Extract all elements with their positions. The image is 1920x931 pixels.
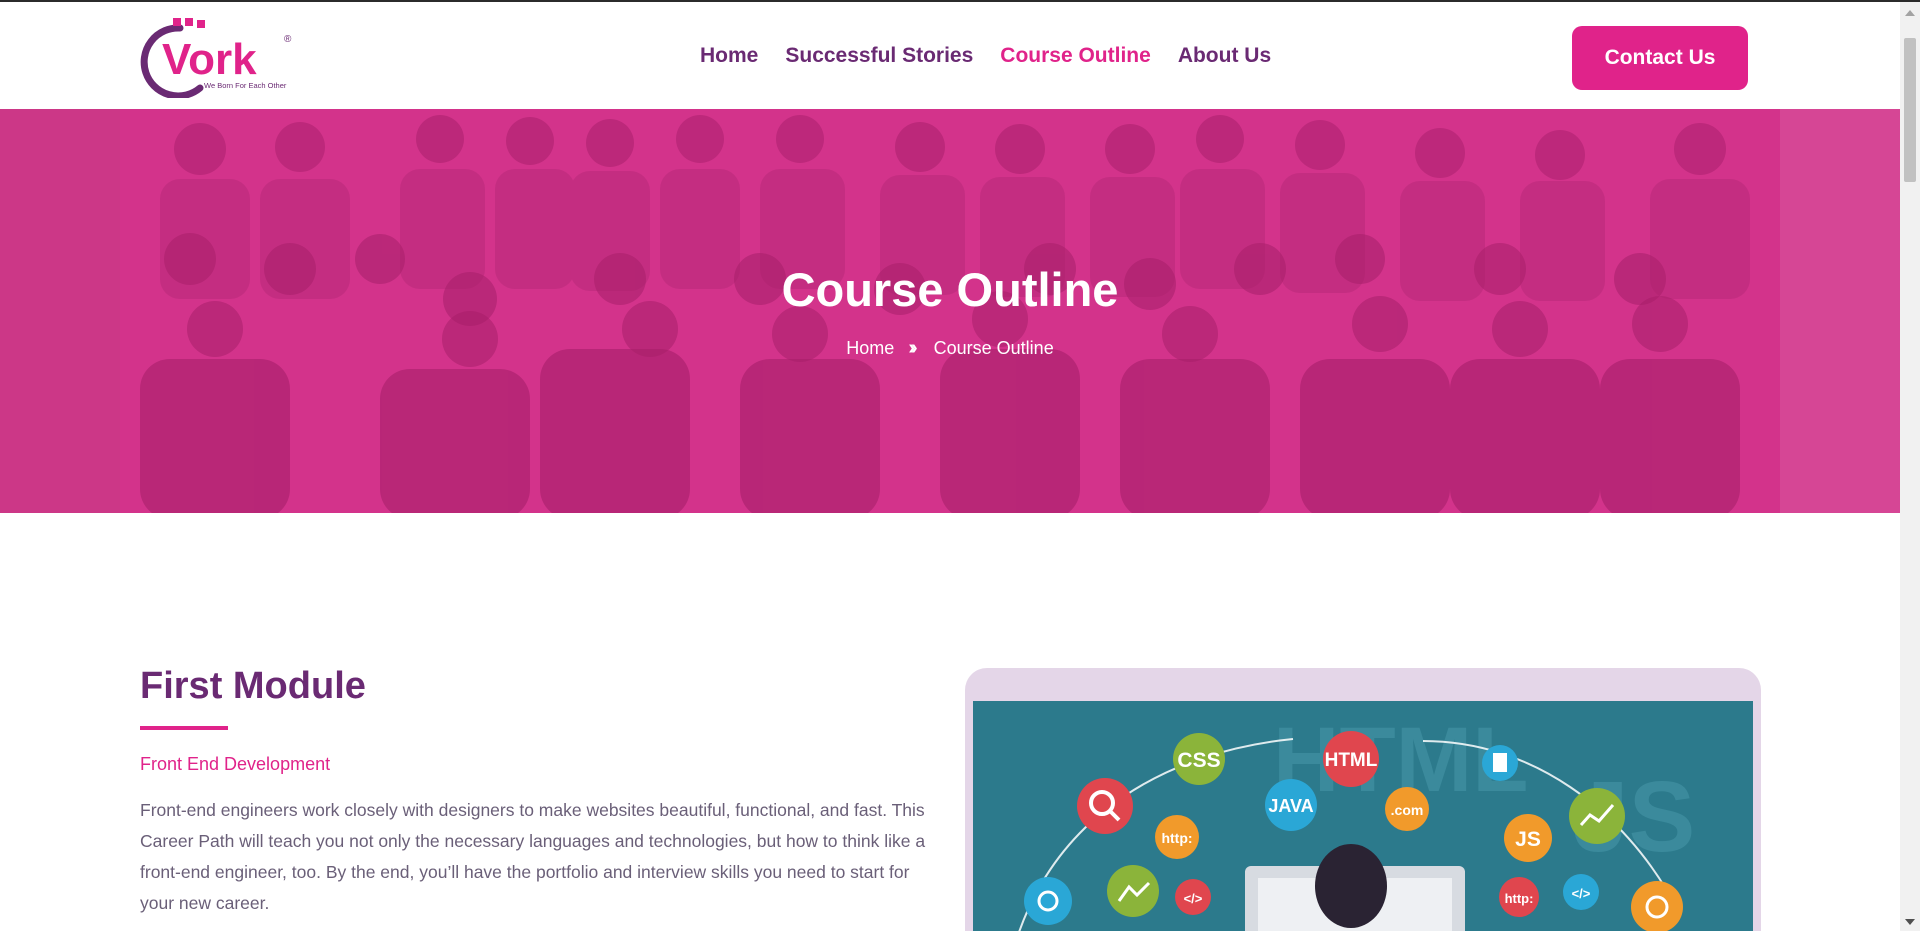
page-title: Course Outline xyxy=(781,263,1119,316)
gear-icon-right xyxy=(1631,881,1683,931)
logo-tagline: We Born For Each Other xyxy=(204,81,287,90)
window-top-border xyxy=(0,0,1920,2)
vork-logo[interactable]: Vork ® We Born For Each Other xyxy=(140,18,305,100)
scroll-down-arrow-icon[interactable] xyxy=(1900,915,1920,929)
nav-course-outline[interactable]: Course Outline xyxy=(988,0,1163,68)
site-header: Vork ® We Born For Each Other Home Succe… xyxy=(0,0,1900,109)
java-badge: JAVA xyxy=(1265,779,1317,831)
scrollbar-thumb[interactable] xyxy=(1904,38,1916,182)
chart-icon xyxy=(1569,788,1625,844)
http-badge-2: http: xyxy=(1499,877,1539,917)
search-icon xyxy=(1077,778,1133,834)
js-badge: JS xyxy=(1504,814,1552,862)
hero-banner: Course Outline Home ›› Course Outline xyxy=(0,109,1900,513)
module-image-card: HTML JS CSS HTML JAVA .com http: JS http… xyxy=(965,668,1761,931)
breadcrumb: Home ›› Course Outline xyxy=(0,337,1900,360)
breadcrumb-home[interactable]: Home xyxy=(846,338,894,359)
svg-text:</>: </> xyxy=(1184,891,1203,906)
svg-text:.com: .com xyxy=(1391,802,1424,818)
svg-text:http:: http: xyxy=(1505,891,1534,906)
http-badge: http: xyxy=(1155,815,1199,859)
contact-us-button[interactable]: Contact Us xyxy=(1572,26,1748,90)
page: Vork ® We Born For Each Other Home Succe… xyxy=(0,0,1900,931)
nav-home[interactable]: Home xyxy=(700,44,758,68)
svg-text:JS: JS xyxy=(1515,828,1541,851)
dotcom-badge: .com xyxy=(1385,787,1429,831)
nav-about-us[interactable]: About Us xyxy=(1178,44,1271,68)
gear-icon xyxy=(1024,877,1072,925)
title-underline xyxy=(140,726,228,730)
web-technologies-illustration: HTML JS CSS HTML JAVA .com http: JS http… xyxy=(973,701,1753,931)
css-badge: CSS xyxy=(1173,733,1225,785)
image-icon xyxy=(1107,865,1159,917)
code-badge-left: </> xyxy=(1175,879,1211,915)
module-title: First Module xyxy=(140,665,366,707)
scroll-up-arrow-icon[interactable] xyxy=(1900,6,1920,20)
svg-text:</>: </> xyxy=(1572,886,1591,901)
logo-text: Vork xyxy=(162,35,257,84)
module-section: First Module Front End Development Front… xyxy=(140,665,930,919)
module-description: Front-end engineers work closely with de… xyxy=(140,800,926,913)
module-subtitle: Front End Development xyxy=(140,754,331,774)
nav-successful-stories[interactable]: Successful Stories xyxy=(785,44,973,68)
svg-text:http:: http: xyxy=(1161,830,1192,846)
document-icon xyxy=(1482,745,1518,781)
vertical-scrollbar[interactable] xyxy=(1900,2,1920,931)
code-badge: </> xyxy=(1563,874,1599,910)
breadcrumb-current: Course Outline xyxy=(933,338,1054,358)
svg-text:JAVA: JAVA xyxy=(1268,796,1313,816)
svg-text:HTML: HTML xyxy=(1325,750,1378,771)
registered-mark: ® xyxy=(284,34,292,45)
main-nav: Home Successful Stories Course Outline A… xyxy=(700,0,1271,109)
html-badge: HTML xyxy=(1323,731,1379,787)
double-chevron-right-icon: ›› xyxy=(908,337,918,359)
svg-text:CSS: CSS xyxy=(1177,749,1220,772)
